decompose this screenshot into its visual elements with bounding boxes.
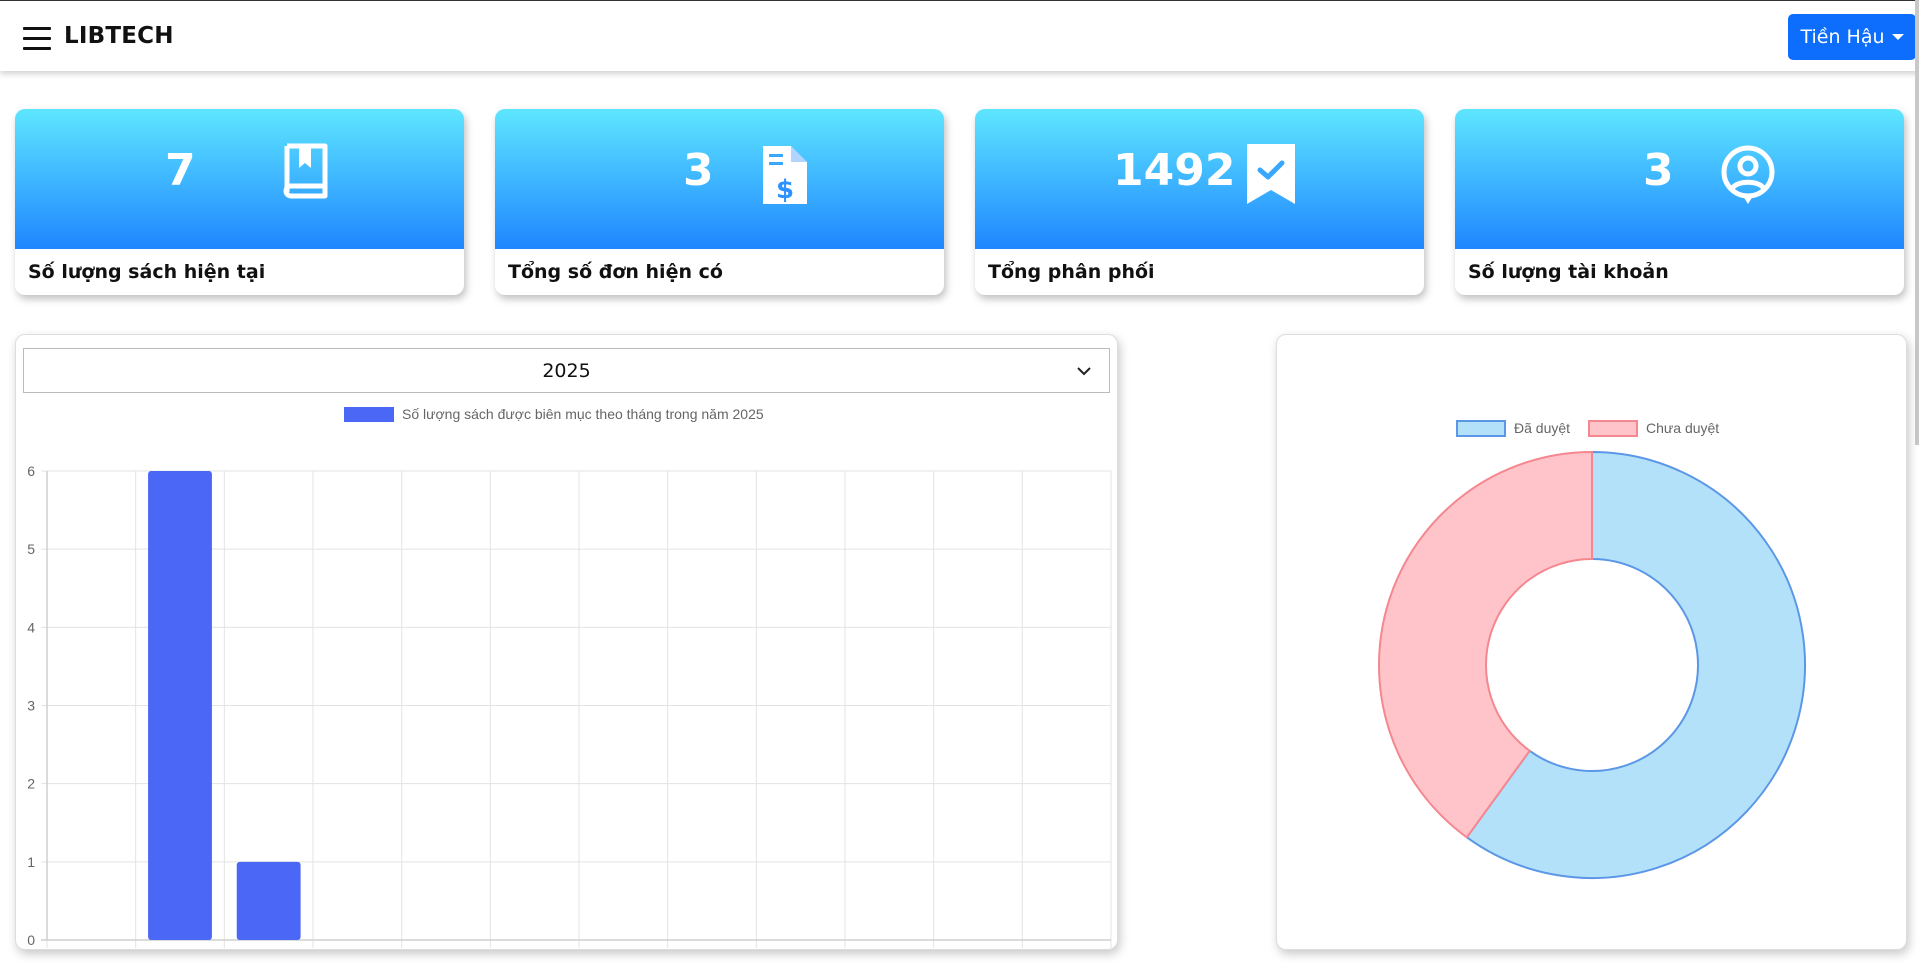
bar [236,861,301,940]
doughnut-chart: Đã duyệt Chưa duyệt [1378,420,1806,879]
stat-value: 7 [165,145,196,196]
scrollbar[interactable] [1915,0,1919,445]
y-tick-label: 3 [27,698,35,714]
legend-swatch [1456,420,1506,437]
y-tick-label: 5 [27,541,35,557]
legend-swatch [1588,420,1638,437]
book-bookmark-icon [283,143,328,199]
stat-label: Số lượng sách hiện tại [28,261,266,283]
chevron-down-icon [1077,367,1091,376]
legend-label: Chưa duyệt [1646,420,1719,436]
user-menu-button[interactable]: Tiền Hậu [1788,14,1916,60]
bar [148,471,212,940]
user-circle-icon [1721,145,1775,204]
doughnut-chart-panel: Đã duyệt Chưa duyệt [1276,334,1907,950]
stat-label: Tổng số đơn hiện có [508,261,723,283]
user-name: Tiền Hậu [1800,26,1885,48]
stat-card-orders: 3 $ Tổng số đơn hiện có [495,109,944,295]
caret-down-icon [1891,34,1904,40]
y-tick-label: 2 [27,776,35,792]
stat-value: 3 [1643,145,1674,196]
legend-label: Đã duyệt [1514,420,1570,436]
chart-legend: Đã duyệt Chưa duyệt [1456,420,1719,437]
chart-legend: Số lượng sách được biên mục theo tháng t… [344,406,764,422]
stat-card-distribution: 1492 Tổng phân phối [975,109,1424,295]
year-select[interactable]: 2025 [23,348,1110,393]
stat-card-accounts: 3 Số lượng tài khoản [1455,109,1904,295]
svg-text:$: $ [776,175,794,205]
stat-label: Tổng phân phối [988,261,1155,283]
bar-chart-panel: 2025 Số lượng sách được biên mục theo th… [15,334,1118,950]
top-navbar: LIBTECH Tiền Hậu [0,0,1919,71]
legend-label: Số lượng sách được biên mục theo tháng t… [402,406,764,422]
menu-toggle-icon[interactable] [23,27,51,50]
stat-card-books: 7 Số lượng sách hiện tại [15,109,464,295]
y-tick-label: 4 [27,619,35,635]
y-tick-label: 6 [27,463,35,479]
y-tick-label: 0 [27,932,35,948]
stat-label: Số lượng tài khoản [1468,261,1669,283]
y-tick-label: 1 [27,854,35,870]
legend-swatch [344,407,394,422]
bar-chart: Số lượng sách được biên mục theo tháng t… [27,406,1112,948]
bookmark-check-icon [1247,144,1295,204]
invoice-dollar-icon: $ [763,146,807,205]
brand-logo[interactable]: LIBTECH [64,23,174,49]
stat-value: 1492 [1113,145,1236,196]
year-select-value: 2025 [542,359,591,382]
stat-value: 3 [683,145,714,196]
